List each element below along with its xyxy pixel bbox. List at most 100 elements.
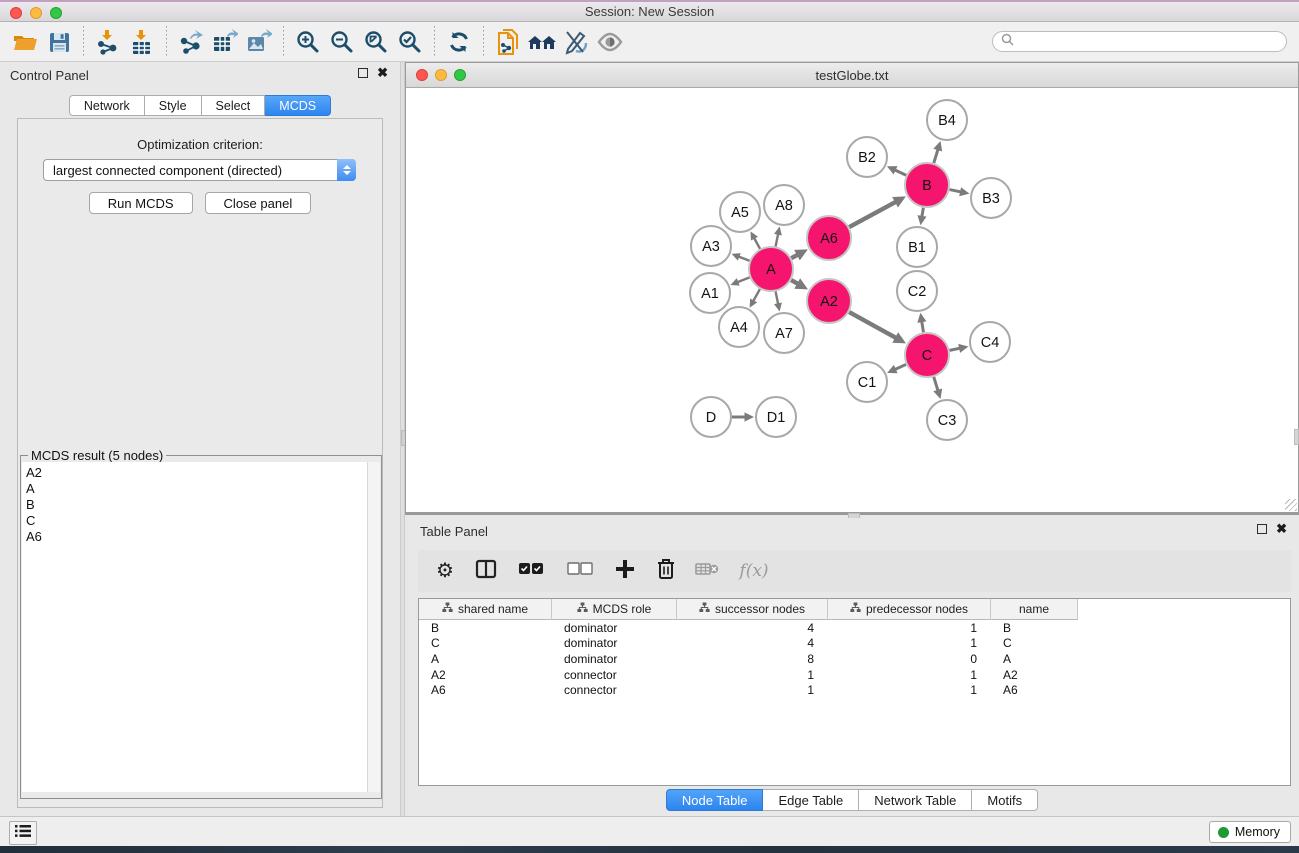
table-cell[interactable]: 1 <box>828 683 991 697</box>
result-scrollbar[interactable] <box>367 462 380 792</box>
mcds-result-list[interactable]: A2ABCA6 <box>22 462 368 792</box>
export-network-button[interactable] <box>174 26 208 58</box>
delete-table-button[interactable] <box>695 559 719 583</box>
table-cell[interactable]: 1 <box>828 621 991 635</box>
table-cell[interactable]: A <box>419 652 552 666</box>
export-image-button[interactable] <box>242 26 276 58</box>
graph-edge-A2-C[interactable] <box>849 312 896 338</box>
table-row[interactable]: A2connector11A2 <box>419 667 1290 683</box>
table-cell[interactable]: B <box>991 621 1078 635</box>
graph-edge-A-A2[interactable] <box>791 280 798 284</box>
table-row[interactable]: A6connector11A6 <box>419 682 1290 698</box>
close-panel-icon[interactable]: ✖ <box>377 68 388 78</box>
cybrowser-home-button[interactable] <box>525 26 559 58</box>
graph-edge-C-C3[interactable] <box>934 377 938 391</box>
float-panel-icon[interactable] <box>358 68 368 78</box>
tab-motifs[interactable]: Motifs <box>972 789 1038 811</box>
column-header-name[interactable]: name <box>991 599 1078 620</box>
table-cell[interactable]: A6 <box>419 683 552 697</box>
table-cell[interactable]: dominator <box>552 652 677 666</box>
table-cell[interactable]: 8 <box>677 652 828 666</box>
memory-button[interactable]: Memory <box>1209 821 1291 843</box>
window-controls[interactable] <box>10 7 62 19</box>
select-all-button[interactable] <box>515 559 547 583</box>
right-splitter-grip[interactable] <box>1294 429 1299 445</box>
table-cell[interactable]: 4 <box>677 636 828 650</box>
table-row[interactable]: Cdominator41C <box>419 636 1290 652</box>
node-table[interactable]: shared nameMCDS rolesuccessor nodesprede… <box>418 598 1291 786</box>
table-cell[interactable]: 1 <box>828 636 991 650</box>
graph-edge-B-B4[interactable] <box>934 149 938 163</box>
tab-select[interactable]: Select <box>202 95 266 116</box>
result-item[interactable]: B <box>26 497 367 513</box>
zoom-view-button[interactable] <box>454 69 466 81</box>
tab-edge-table[interactable]: Edge Table <box>763 789 859 811</box>
resize-grip-icon[interactable] <box>1285 499 1297 511</box>
result-item[interactable]: A2 <box>26 465 367 481</box>
table-cell[interactable]: A2 <box>419 668 552 682</box>
table-cell[interactable]: C <box>419 636 552 650</box>
table-cell[interactable]: A6 <box>991 683 1078 697</box>
table-cell[interactable]: connector <box>552 683 677 697</box>
minimize-view-button[interactable] <box>435 69 447 81</box>
annotation-toggle-button[interactable] <box>559 26 593 58</box>
graph-edge-B-B1[interactable] <box>922 208 923 217</box>
table-cell[interactable]: C <box>991 636 1078 650</box>
tab-network-table[interactable]: Network Table <box>859 789 972 811</box>
deselect-all-button[interactable] <box>564 559 596 583</box>
table-cell[interactable]: connector <box>552 668 677 682</box>
close-view-button[interactable] <box>416 69 428 81</box>
table-cell[interactable]: A <box>991 652 1078 666</box>
graph-edge-A-A1[interactable] <box>737 277 749 282</box>
table-row[interactable]: Bdominator41B <box>419 620 1290 636</box>
table-cell[interactable]: 1 <box>828 668 991 682</box>
zoom-out-button[interactable] <box>325 26 359 58</box>
tab-node-table[interactable]: Node Table <box>666 789 764 811</box>
close-panel-icon[interactable]: ✖ <box>1276 524 1287 534</box>
network-graph[interactable]: AA1A2A3A4A5A6A7A8BB1B2B3B4CC1C2C3C4DD1 <box>406 88 1298 512</box>
network-from-document-button[interactable] <box>491 26 525 58</box>
import-network-button[interactable] <box>91 26 125 58</box>
result-item[interactable]: A6 <box>26 529 367 545</box>
table-cell[interactable]: 0 <box>828 652 991 666</box>
graph-edge-A-A6[interactable] <box>791 255 798 259</box>
network-window-controls[interactable] <box>416 69 466 81</box>
zoom-in-button[interactable] <box>291 26 325 58</box>
import-table-button[interactable] <box>125 26 159 58</box>
column-header-predecessor-nodes[interactable]: predecessor nodes <box>828 599 991 620</box>
table-cell[interactable]: A2 <box>991 668 1078 682</box>
graph-edge-A-A5[interactable] <box>754 238 760 249</box>
table-cell[interactable]: dominator <box>552 636 677 650</box>
graph-edge-A-A8[interactable] <box>776 234 779 247</box>
graph-edge-B-B2[interactable] <box>895 170 907 175</box>
tab-mcds[interactable]: MCDS <box>265 95 331 116</box>
network-canvas[interactable]: AA1A2A3A4A5A6A7A8BB1B2B3B4CC1C2C3C4DD1 <box>406 88 1298 512</box>
graph-edge-A6-B[interactable] <box>849 202 896 227</box>
save-session-button[interactable] <box>42 26 76 58</box>
zoom-window-button[interactable] <box>50 7 62 19</box>
graph-edge-C-C2[interactable] <box>922 321 924 332</box>
graph-edge-A-A7[interactable] <box>776 292 779 305</box>
graph-edge-A-A4[interactable] <box>753 289 760 301</box>
zoom-selected-button[interactable] <box>393 26 427 58</box>
table-cell[interactable]: dominator <box>552 621 677 635</box>
criterion-dropdown[interactable]: largest connected component (directed) <box>43 159 356 181</box>
result-item[interactable]: A <box>26 481 367 497</box>
table-cell[interactable]: 4 <box>677 621 828 635</box>
add-column-button[interactable] <box>613 559 637 583</box>
graph-edge-A-A3[interactable] <box>738 256 749 260</box>
network-window-titlebar[interactable]: testGlobe.txt <box>406 63 1298 88</box>
table-cell[interactable]: 1 <box>677 668 828 682</box>
graph-edge-C-C4[interactable] <box>950 348 961 350</box>
minimize-window-button[interactable] <box>30 7 42 19</box>
graph-edge-C-C1[interactable] <box>895 364 906 369</box>
export-table-button[interactable] <box>208 26 242 58</box>
float-panel-icon[interactable] <box>1257 524 1267 534</box>
column-header-shared-name[interactable]: shared name <box>419 599 552 620</box>
graph-edge-B-B3[interactable] <box>950 190 962 192</box>
apply-layout-button[interactable] <box>442 26 476 58</box>
run-mcds-button[interactable]: Run MCDS <box>89 192 193 214</box>
show-column-button[interactable] <box>474 559 498 583</box>
open-session-button[interactable] <box>8 26 42 58</box>
function-builder-button[interactable]: f(x) <box>736 559 772 583</box>
